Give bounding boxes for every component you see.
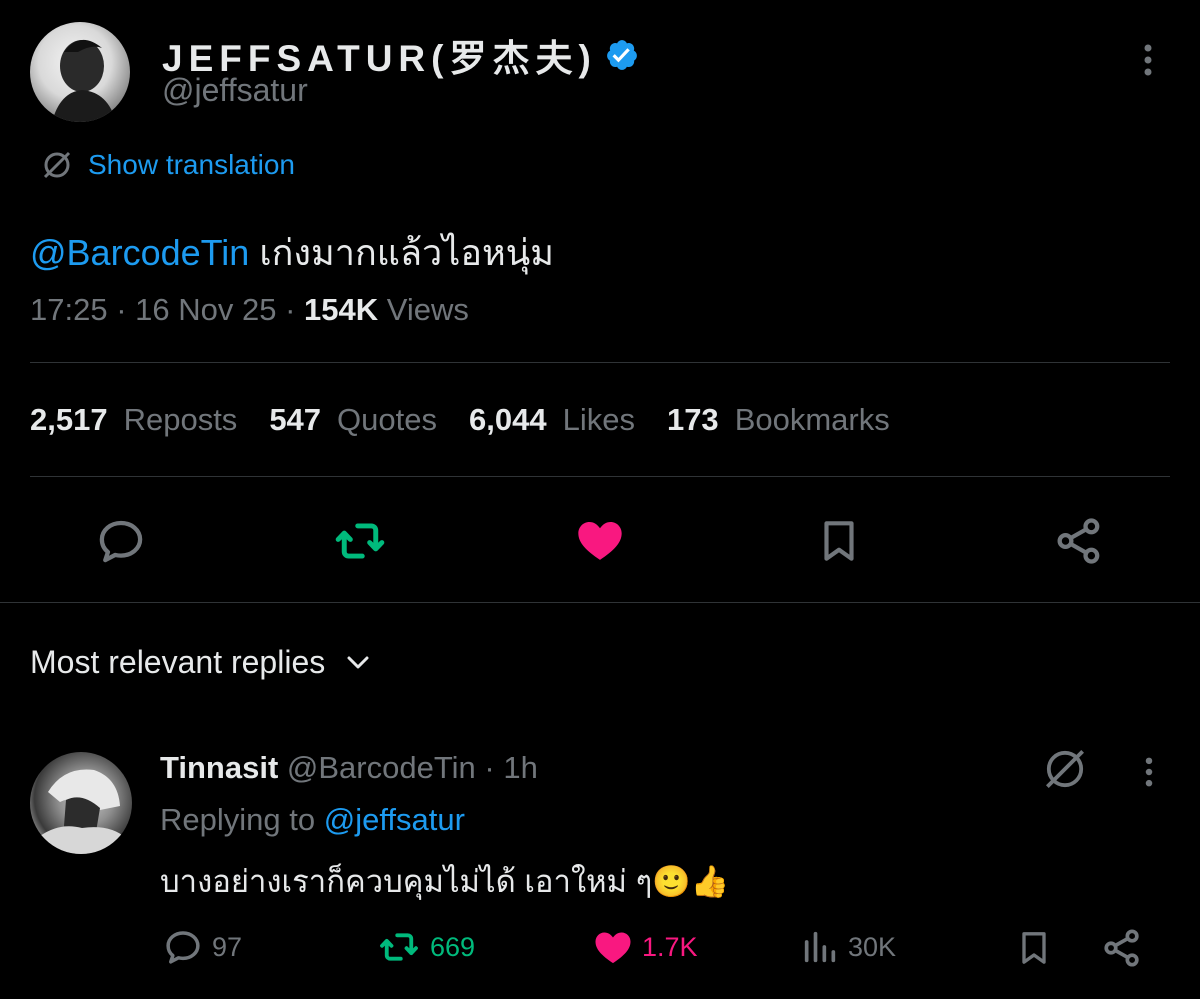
bookmarks-label: Bookmarks — [734, 402, 890, 437]
verified-badge-icon — [605, 38, 639, 72]
replies-sort-dropdown[interactable]: Most relevant replies — [30, 644, 369, 681]
reply-reply-button[interactable]: 97 — [162, 926, 242, 968]
likes-count: 6,044 — [469, 402, 547, 437]
reply-like-button[interactable]: 1.7K — [592, 926, 698, 968]
reply-repost-button[interactable]: 669 — [376, 926, 475, 968]
like-icon — [578, 522, 622, 560]
reposts-count: 2,517 — [30, 402, 108, 437]
tweet-text: @BarcodeTin เก่งมากแล้วไอหนุ่ม — [30, 224, 554, 281]
reposts-label: Reposts — [123, 402, 238, 437]
reply-more-options-icon[interactable] — [1136, 752, 1162, 792]
bookmarks-stat[interactable]: 173 Bookmarks — [667, 402, 890, 438]
share-icon — [1104, 929, 1139, 967]
bookmark-icon — [824, 521, 854, 561]
quotes-label: Quotes — [337, 402, 437, 437]
likes-label: Likes — [562, 402, 635, 437]
more-options-icon[interactable] — [1134, 40, 1162, 80]
reply-header: Tinnasit @BarcodeTin · 1h — [160, 750, 538, 786]
reply-author-avatar[interactable] — [30, 752, 132, 854]
translate-icon — [43, 151, 71, 179]
views-count: 154K — [304, 292, 379, 327]
author-avatar[interactable] — [30, 22, 130, 122]
views-icon — [804, 931, 836, 963]
reply-reposts-count: 669 — [430, 931, 476, 962]
replies-sort-label: Most relevant replies — [30, 644, 326, 680]
quotes-count: 547 — [269, 402, 322, 437]
replying-to-handle-link[interactable]: @jeffsatur — [324, 802, 465, 837]
reply-author-name[interactable]: Tinnasit — [160, 750, 278, 785]
views-label: Views — [386, 292, 469, 327]
tweet-meta: 17:25 · 16 Nov 25 · 154K Views — [30, 292, 469, 328]
repost-button[interactable] — [332, 514, 388, 568]
meta-separator: · — [276, 292, 305, 327]
reply-views-button[interactable]: 30K — [800, 926, 896, 968]
likes-stat[interactable]: 6,044 Likes — [469, 402, 635, 438]
meta-separator: · — [475, 750, 504, 785]
replying-to-label: Replying to — [160, 802, 324, 837]
like-button[interactable] — [574, 514, 626, 566]
section-divider — [0, 602, 1200, 603]
tweet-mention-link[interactable]: @BarcodeTin — [30, 232, 249, 273]
reposts-stat[interactable]: 2,517 Reposts — [30, 402, 237, 438]
share-button[interactable] — [1052, 514, 1106, 568]
tweet-time[interactable]: 17:25 — [30, 292, 108, 327]
tweet-date[interactable]: 16 Nov 25 — [135, 292, 276, 327]
reply-button[interactable] — [94, 514, 148, 568]
reply-translate-button[interactable] — [1040, 744, 1090, 794]
chevron-down-icon — [347, 656, 369, 668]
like-icon — [595, 932, 631, 964]
reply-icon — [166, 931, 200, 964]
avatar-photo — [40, 769, 126, 854]
translate-icon — [1046, 750, 1084, 788]
author-handle[interactable]: @jeffsatur — [162, 72, 308, 109]
bookmarks-count: 173 — [666, 402, 719, 437]
reply-bookmark-button[interactable] — [1014, 926, 1054, 970]
quotes-stat[interactable]: 547 Quotes — [269, 402, 437, 438]
bookmark-button[interactable] — [814, 514, 864, 568]
reply-icon — [99, 520, 143, 563]
repost-icon — [380, 933, 418, 961]
replying-to: Replying to @jeffsatur — [160, 802, 465, 838]
avatar-photo — [52, 39, 116, 122]
reply-views-count: 30K — [848, 931, 897, 962]
show-translation-button[interactable]: Show translation — [40, 148, 295, 182]
reply-share-button[interactable] — [1100, 926, 1144, 970]
repost-icon — [335, 523, 385, 559]
reply-author-handle[interactable]: @BarcodeTin — [287, 750, 476, 785]
divider — [30, 476, 1170, 477]
show-translation-label: Show translation — [88, 149, 296, 180]
meta-separator: · — [107, 292, 136, 327]
tweet-body: เก่งมากแล้วไอหนุ่ม — [249, 232, 555, 273]
reply-likes-count: 1.7K — [642, 931, 698, 962]
bookmark-icon — [1022, 932, 1046, 964]
reply-time[interactable]: 1h — [503, 750, 537, 785]
reply-text: บางอย่างเราก็ควบคุมไม่ได้ เอาใหม่ ๆ🙂👍 — [160, 864, 730, 899]
divider — [30, 362, 1170, 363]
share-icon — [1057, 518, 1100, 564]
reply-replies-count: 97 — [212, 931, 243, 962]
tweet-stats: 2,517 Reposts 547 Quotes 6,044 Likes 173… — [30, 402, 890, 438]
